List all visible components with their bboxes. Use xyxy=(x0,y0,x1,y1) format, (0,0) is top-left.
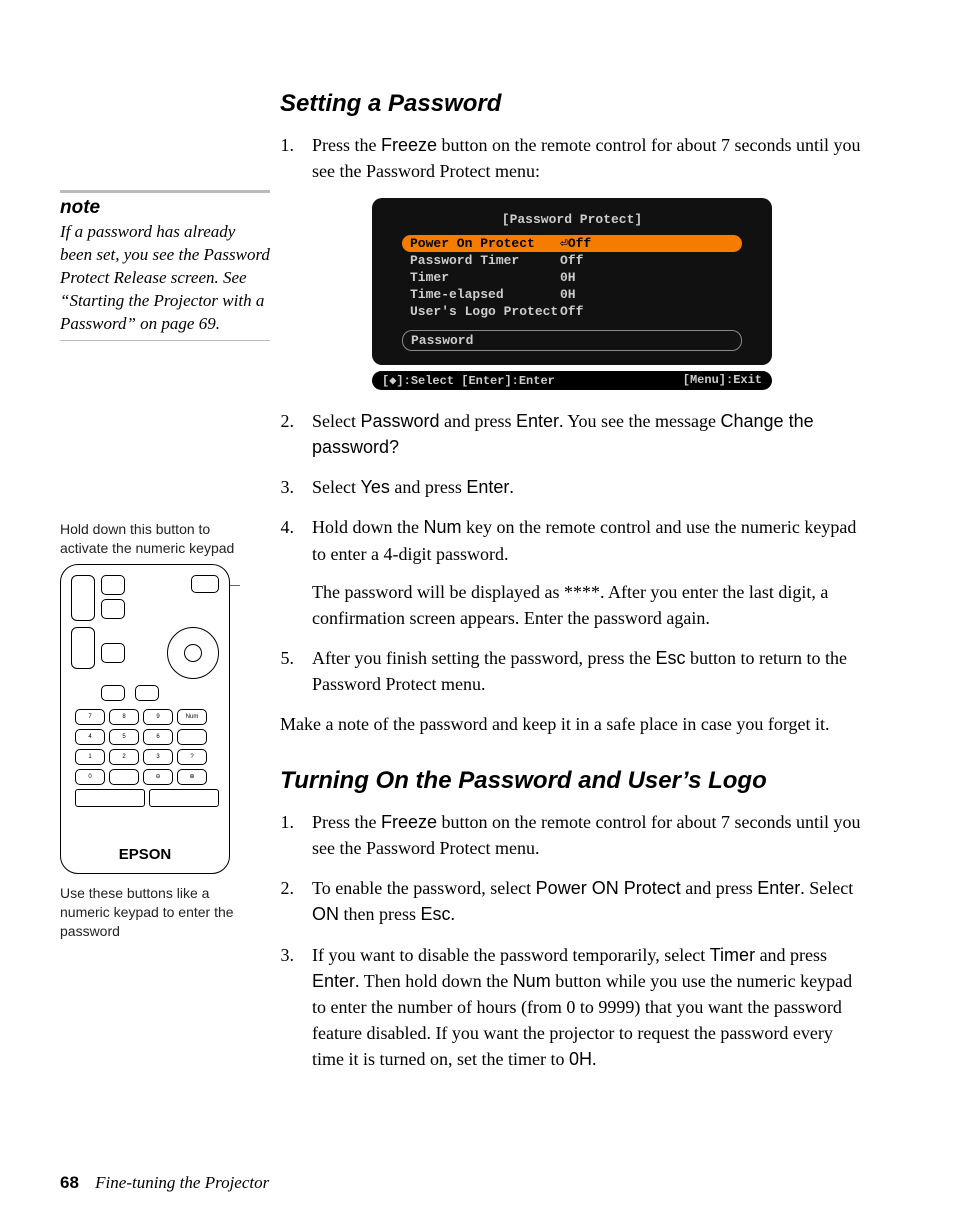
keypad-row-1: 789Num xyxy=(75,709,219,725)
page-up-down xyxy=(71,575,95,621)
step-num: 1. xyxy=(280,132,294,184)
note-rule-top xyxy=(60,190,270,193)
power-btn xyxy=(191,575,219,593)
osd-footer: [◆]:Select [Enter]:Enter [Menu]:Exit xyxy=(372,371,772,390)
osd-title: [Password Protect] xyxy=(402,212,742,227)
note-title: note xyxy=(60,197,270,219)
osd-row-password: Password xyxy=(402,330,742,351)
remote-brand: EPSON xyxy=(61,846,229,863)
remote-callout-top: Hold down this button to activate the nu… xyxy=(60,520,260,940)
heading-turning-on: Turning On the Password and User’s Logo xyxy=(280,767,864,795)
down-btn xyxy=(101,599,125,619)
heading-setting-password: Setting a Password xyxy=(280,90,864,118)
enter-btn xyxy=(101,685,125,701)
step-text: Press the Freeze button on the remote co… xyxy=(312,132,864,184)
zoom-btn xyxy=(71,627,95,669)
closing-para: Make a note of the password and keep it … xyxy=(280,711,864,737)
note-box: note If a password has already been set,… xyxy=(60,190,270,341)
keypad-row-3: 123? xyxy=(75,749,219,765)
source-bar xyxy=(75,789,145,807)
osd-row-power-on-protect: Power On Protect⏎Off xyxy=(402,235,742,252)
osd-row-users-logo: User's Logo ProtectOff xyxy=(402,303,742,320)
page-number: 68 xyxy=(60,1173,79,1192)
up-btn xyxy=(101,575,125,595)
note-rule-bottom xyxy=(60,340,270,341)
dpad xyxy=(167,627,219,679)
volume-bar xyxy=(149,789,219,807)
esc-btn xyxy=(135,685,159,701)
osd-row-password-timer: Password TimerOff xyxy=(402,252,742,269)
footer-title: Fine-tuning the Projector xyxy=(95,1173,269,1192)
caption-num-button: Hold down this button to activate the nu… xyxy=(60,520,240,558)
remote-illustration: 789Num 456 123? 0⊖⊕ EPSON xyxy=(60,564,230,874)
small-btn xyxy=(101,643,125,663)
steps-turning-on: 1. Press the Freeze button on the remote… xyxy=(280,809,864,1072)
steps-setting-password: 1. Press the Freeze button on the remote… xyxy=(280,132,864,184)
osd-row-timer: Timer 0H xyxy=(402,269,742,286)
note-body: If a password has already been set, you … xyxy=(60,221,270,336)
osd-row-time-elapsed: Time-elapsed 0H xyxy=(402,286,742,303)
page-footer: 68 Fine-tuning the Projector xyxy=(60,1173,269,1193)
num-btn: Num xyxy=(177,709,207,725)
keypad-row-2: 456 xyxy=(75,729,219,745)
steps-setting-password-cont: 2. Select Password and press Enter. You … xyxy=(280,408,864,697)
keypad-row-4: 0⊖⊕ xyxy=(75,769,219,785)
caption-keypad: Use these buttons like a numeric keypad … xyxy=(60,884,240,941)
osd-screenshot: [Password Protect] Power On Protect⏎Off … xyxy=(372,198,772,390)
